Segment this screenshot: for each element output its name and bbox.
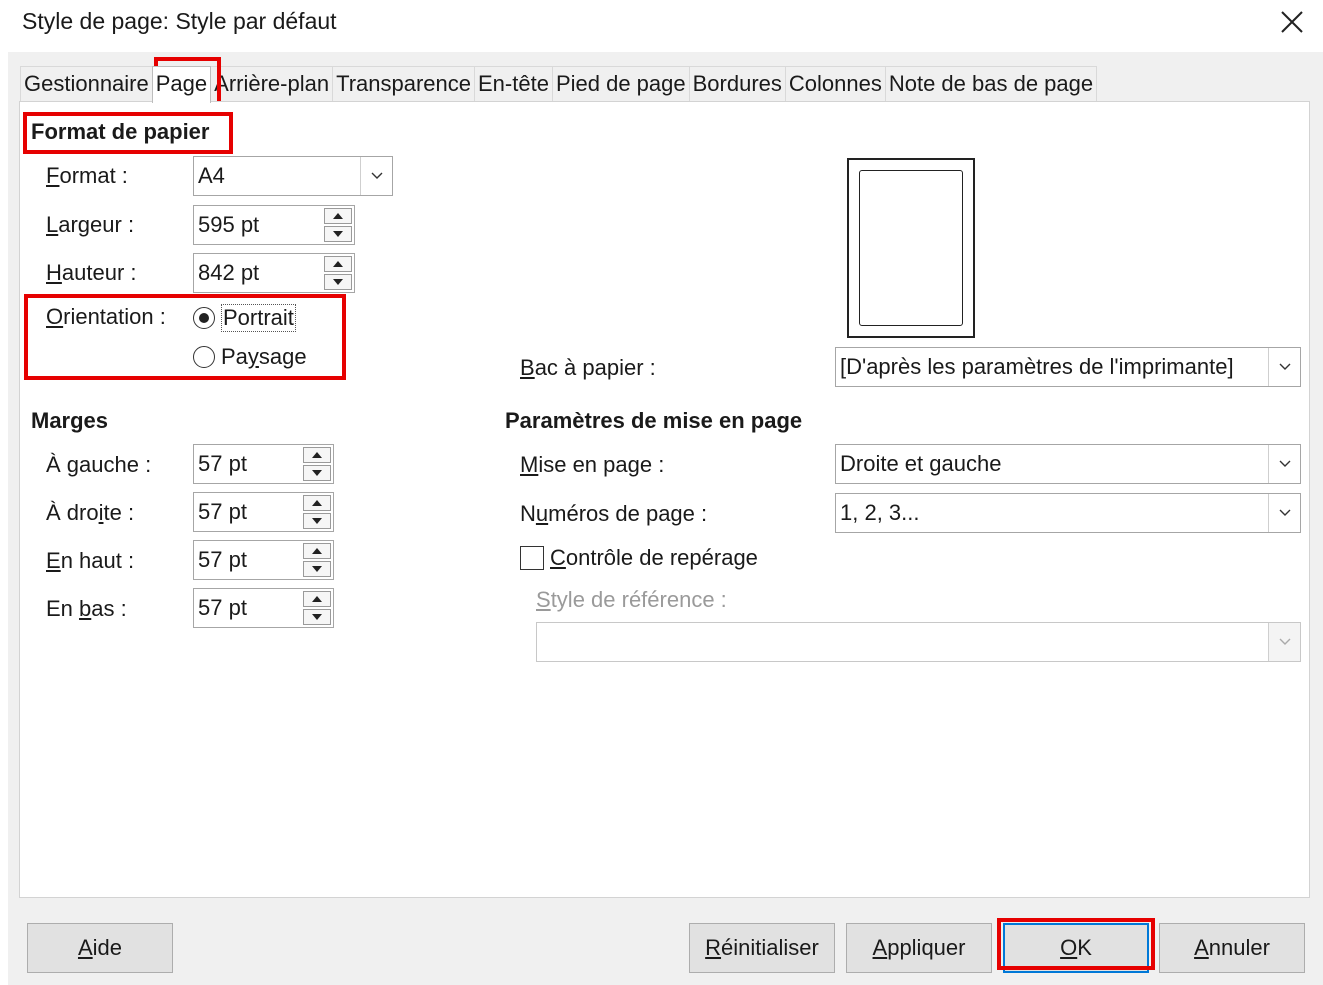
reference-style-dropdown-button[interactable] [1268,623,1300,661]
chevron-down-icon [371,172,382,179]
height-label: Hauteur : [46,260,137,285]
margin-bottom-value: 57 pt [198,595,247,620]
tab-transparence[interactable]: Transparence [332,66,475,102]
format-dropdown-button[interactable] [360,157,392,195]
arrow-up-icon [312,548,322,554]
height-increment-button[interactable] [324,256,352,272]
arrow-up-icon [333,261,343,267]
width-spinbox[interactable]: 595 pt [193,205,355,245]
highlight-paper-format-heading [23,112,233,154]
margin-left-decrement-button[interactable] [303,465,331,481]
arrow-down-icon [312,614,322,620]
tab-arriere-plan[interactable]: Arrière-plan [210,66,334,102]
close-icon [1281,11,1303,33]
apply-button[interactable]: Appliquer [846,923,992,973]
margin-right-increment-button[interactable] [303,495,331,511]
arrow-down-icon [312,470,322,476]
chevron-down-icon [1279,460,1290,467]
reset-button[interactable]: Réinitialiser [689,923,835,973]
format-combobox[interactable]: A4 [193,156,393,196]
margin-bottom-label: En bas : [46,596,127,621]
margin-left-label: À gauche : [46,452,152,477]
page-preview [847,158,975,338]
margin-bottom-increment-button[interactable] [303,591,331,607]
arrow-down-icon [312,518,322,524]
paper-tray-dropdown-button[interactable] [1268,348,1300,386]
width-spin-buttons [322,207,354,243]
paper-tray-label: Bac à papier : [520,355,656,380]
arrow-up-icon [333,213,343,219]
tab-page[interactable]: Page [151,66,212,103]
height-value: 842 pt [198,260,260,285]
tab-colonnes[interactable]: Colonnes [784,66,886,102]
tab-bordures[interactable]: Bordures [688,66,786,102]
page-numbers-value: 1, 2, 3... [840,500,920,525]
margin-right-decrement-button[interactable] [303,513,331,529]
margin-top-decrement-button[interactable] [303,561,331,577]
margin-left-spin-buttons [301,446,333,482]
margin-left-value: 57 pt [198,451,247,476]
register-true-checkbox-box[interactable] [520,546,544,570]
page-layout-dropdown-button[interactable] [1268,445,1300,483]
width-label: Largeur : [46,212,135,237]
page-numbers-label: Numéros de page : [520,501,708,526]
format-value: A4 [198,163,225,188]
margins-heading: Marges [31,408,109,433]
margin-bottom-spinbox[interactable]: 57 pt [193,588,334,628]
format-label: Format : [46,163,128,188]
margin-right-spin-buttons [301,494,333,530]
chevron-down-icon [1279,638,1290,645]
tab-pied-de-page[interactable]: Pied de page [551,66,690,102]
reference-style-combobox[interactable] [536,622,1301,662]
height-spinbox[interactable]: 842 pt [193,253,355,293]
page-layout-label: Mise en page : [520,452,665,477]
height-spin-buttons [322,255,354,291]
paper-tray-combobox[interactable]: [D'après les paramètres de l'imprimante] [835,347,1301,387]
margin-bottom-spin-buttons [301,590,333,626]
tab-en-tete[interactable]: En-tête [474,66,553,102]
margin-left-spinbox[interactable]: 57 pt [193,444,334,484]
margin-top-value: 57 pt [198,547,247,572]
width-decrement-button[interactable] [324,226,352,242]
margin-top-spinbox[interactable]: 57 pt [193,540,334,580]
close-button[interactable] [1276,6,1308,38]
chevron-down-icon [1279,363,1290,370]
width-value: 595 pt [198,212,260,237]
page-numbers-dropdown-button[interactable] [1268,494,1300,532]
arrow-down-icon [312,566,322,572]
width-increment-button[interactable] [324,208,352,224]
page-layout-value: Droite et gauche [840,451,1002,476]
paper-tray-value: [D'après les paramètres de l'imprimante] [840,354,1234,379]
margin-top-increment-button[interactable] [303,543,331,559]
margin-top-spin-buttons [301,542,333,578]
highlight-orientation [24,294,346,380]
cancel-button[interactable]: Annuler [1159,923,1305,973]
arrow-up-icon [312,596,322,602]
tab-bar: Gestionnaire Page Arrière-plan Transpare… [20,66,1098,103]
help-button[interactable]: Aide [27,923,173,973]
chevron-down-icon [1279,509,1290,516]
register-true-label: Contrôle de repérage [550,545,758,570]
tab-gestionnaire[interactable]: Gestionnaire [20,66,153,102]
margin-right-label: À droite : [46,500,135,525]
arrow-up-icon [312,452,322,458]
page-preview-margins [859,170,963,326]
margin-left-increment-button[interactable] [303,447,331,463]
highlight-ok-button [997,918,1155,970]
tab-note-de-bas-de-page[interactable]: Note de bas de page [884,66,1098,102]
arrow-down-icon [333,279,343,285]
register-true-checkbox[interactable]: Contrôle de repérage [520,545,758,571]
margin-right-value: 57 pt [198,499,247,524]
margin-right-spinbox[interactable]: 57 pt [193,492,334,532]
height-decrement-button[interactable] [324,274,352,290]
arrow-up-icon [312,500,322,506]
arrow-down-icon [333,231,343,237]
margin-bottom-decrement-button[interactable] [303,609,331,625]
dialog-title: Style de page: Style par défaut [22,8,337,34]
reference-style-label: Style de référence : [536,587,727,612]
page-numbers-combobox[interactable]: 1, 2, 3... [835,493,1301,533]
page-layout-combobox[interactable]: Droite et gauche [835,444,1301,484]
margin-top-label: En haut : [46,548,135,573]
layout-settings-heading: Paramètres de mise en page [505,408,803,433]
